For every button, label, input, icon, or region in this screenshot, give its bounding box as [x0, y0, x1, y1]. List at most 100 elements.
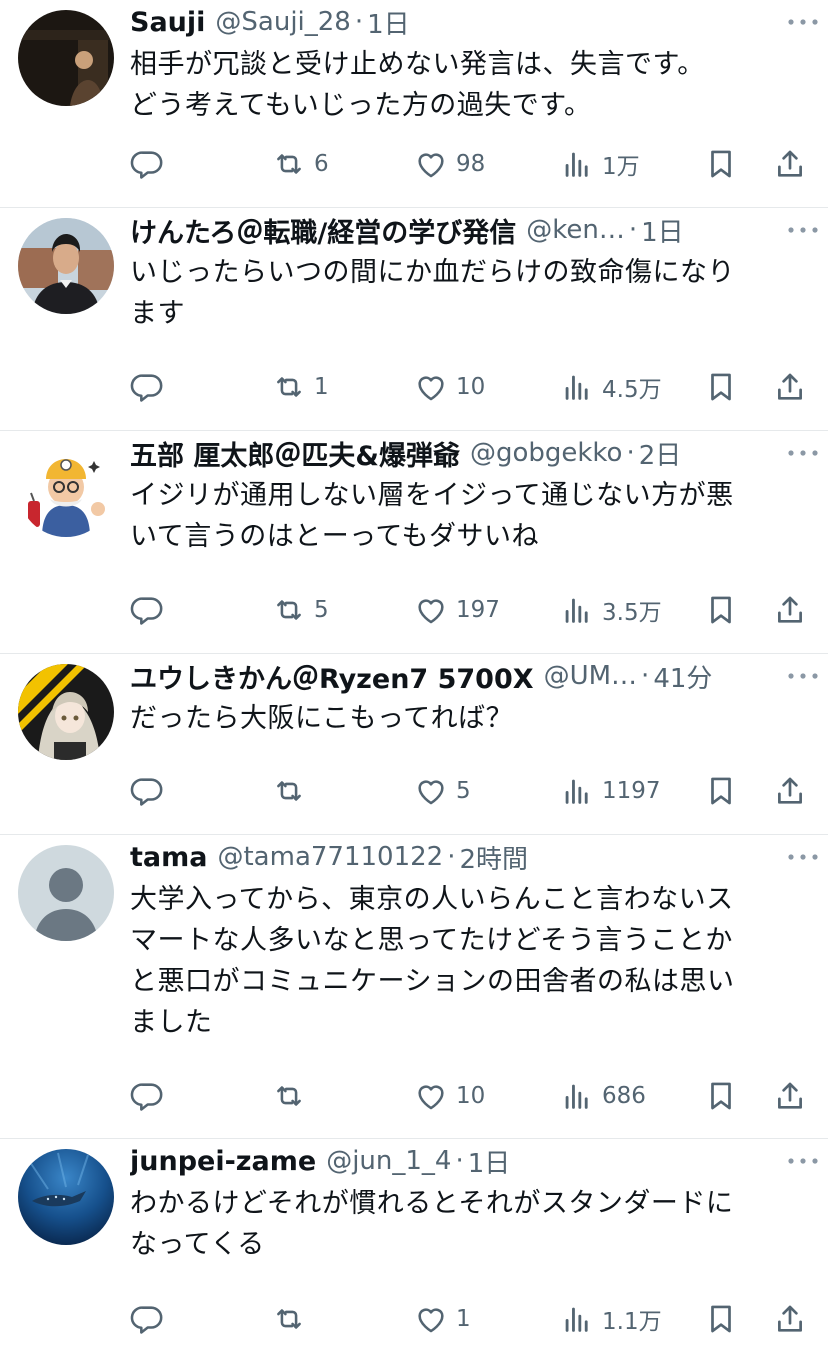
timestamp[interactable]: 1日	[367, 4, 410, 41]
user-handle[interactable]: @jun_1_4	[326, 1146, 451, 1176]
retweet-button[interactable]: 5	[272, 590, 329, 630]
more-options-icon[interactable]	[786, 664, 820, 688]
avatar[interactable]	[18, 845, 114, 941]
more-options-icon[interactable]	[786, 845, 820, 869]
reply-button[interactable]	[130, 1299, 164, 1339]
bookmark-button[interactable]	[704, 771, 738, 811]
reply-button[interactable]	[130, 590, 164, 630]
reply-tweet[interactable]: tama @tama77110122 · 2時間大学入ってから、東京の人いらんこと言わ…	[0, 835, 828, 1139]
avatar[interactable]	[18, 218, 114, 314]
tweet-text-line: 大学入ってから、東京の人いらんこと言わないス	[130, 884, 734, 915]
tweet-text-line: と悪口がコミュニケーションの田舎者の私は思い	[130, 966, 735, 997]
reply-tweet[interactable]: junpei-zame @jun_1_4 · 1日 わかるけどそれが慣れるとそれがスタン…	[0, 1139, 828, 1356]
tweet-text-line: イジリが通用しない層をイジって通じない方が悪	[130, 480, 734, 511]
like-button[interactable]: 1	[414, 1299, 471, 1339]
bookmark-button[interactable]	[704, 144, 738, 184]
timestamp[interactable]: 2日	[639, 435, 682, 472]
reply-button[interactable]	[130, 144, 164, 184]
tweet-header: けんたろ＠転職/経営の学び発信 @ken… · 1日	[130, 208, 814, 252]
views-button[interactable]: 686	[560, 1076, 646, 1116]
more-options-icon[interactable]	[786, 10, 820, 34]
retweet-icon	[272, 774, 306, 808]
avatar[interactable]	[18, 1149, 114, 1245]
tweet-text: わかるけどそれが慣れるとそれがスタンダードに なってくる	[130, 1183, 814, 1265]
bookmark-button[interactable]	[704, 590, 738, 630]
separator-dot: ·	[447, 842, 456, 872]
tweet-header: junpei-zame @jun_1_4 · 1日	[130, 1139, 814, 1183]
share-button[interactable]	[773, 590, 807, 630]
reply-tweet[interactable]: Sauji @Sauji_28 · 1日 相手が冗談と受け止めない発言は、失言です。 どう…	[0, 0, 828, 208]
like-button[interactable]: 10	[414, 367, 485, 407]
views-button[interactable]: 1.1万	[560, 1299, 662, 1339]
retweet-button[interactable]	[272, 1076, 306, 1116]
display-name[interactable]: けんたろ＠転職/経営の学び発信	[130, 211, 516, 250]
display-name[interactable]: 五部 厘太郎＠匹夫&爆弾爺	[130, 434, 460, 473]
avatar[interactable]	[18, 664, 114, 760]
views-count: 3.5万	[602, 600, 662, 626]
tweet-header: tama @tama77110122 · 2時間	[130, 835, 814, 879]
tweet-header: Sauji @Sauji_28 · 1日	[130, 0, 814, 44]
bookmark-icon	[704, 774, 738, 808]
more-options-icon[interactable]	[786, 1149, 820, 1173]
share-button[interactable]	[773, 144, 807, 184]
avatar[interactable]	[18, 10, 114, 106]
display-name[interactable]: junpei-zame	[130, 1146, 316, 1177]
user-handle[interactable]: @ken…	[526, 215, 625, 245]
views-button[interactable]: 1万	[560, 144, 640, 184]
reply-icon	[130, 370, 164, 404]
tweet-text-line: マートな人多いなと思ってたけどそう言うことか	[130, 925, 733, 956]
like-button[interactable]: 10	[414, 1076, 485, 1116]
tweet-text-line: いじったらいつの間にか血だらけの致命傷になり	[130, 257, 735, 288]
like-button[interactable]: 98	[414, 144, 485, 184]
user-handle[interactable]: @tama77110122	[217, 842, 443, 872]
reply-icon	[130, 774, 164, 808]
share-button[interactable]	[773, 771, 807, 811]
timestamp[interactable]: 1日	[468, 1143, 511, 1180]
timestamp[interactable]: 2時間	[459, 839, 528, 876]
like-count: 10	[456, 1083, 486, 1109]
retweet-button[interactable]	[272, 771, 306, 811]
more-options-icon[interactable]	[786, 441, 820, 465]
retweet-button[interactable]	[272, 1299, 306, 1339]
bookmark-button[interactable]	[704, 1299, 738, 1339]
tweet-content: junpei-zame @jun_1_4 · 1日 わかるけどそれが慣れるとそれがスタン…	[130, 1139, 814, 1265]
timestamp[interactable]: 41分	[653, 658, 712, 695]
display-name[interactable]: Sauji	[130, 7, 205, 38]
bookmark-button[interactable]	[704, 1076, 738, 1116]
reply-button[interactable]	[130, 367, 164, 407]
display-name[interactable]: tama	[130, 842, 207, 873]
views-button[interactable]: 1197	[560, 771, 661, 811]
bookmark-icon	[704, 593, 738, 627]
tweet-content: 五部 厘太郎＠匹夫&爆弾爺 @gobgekko · 2日 イジリが通用しない層をイジって…	[130, 431, 814, 557]
reply-button[interactable]	[130, 1076, 164, 1116]
reply-button[interactable]	[130, 771, 164, 811]
retweet-icon	[272, 1302, 306, 1336]
user-handle[interactable]: @gobgekko	[470, 438, 623, 468]
reply-tweet[interactable]: 五部 厘太郎＠匹夫&爆弾爺 @gobgekko · 2日 イジリが通用しない層をイジって…	[0, 431, 828, 654]
views-button[interactable]: 3.5万	[560, 590, 662, 630]
bookmark-button[interactable]	[704, 367, 738, 407]
avatar[interactable]	[18, 441, 114, 537]
bar-chart-icon	[560, 147, 594, 181]
reply-tweet[interactable]: けんたろ＠転職/経営の学び発信 @ken… · 1日 いじったらいつの間にか血だらけの致…	[0, 208, 828, 431]
share-button[interactable]	[773, 1076, 807, 1116]
display-name[interactable]: ユウしきかん＠Ryzen7 5700X	[130, 657, 534, 696]
like-button[interactable]: 197	[414, 590, 500, 630]
share-button[interactable]	[773, 1299, 807, 1339]
more-options-icon[interactable]	[786, 218, 820, 242]
tweet-text: いじったらいつの間にか血だらけの致命傷になり ます	[130, 252, 814, 334]
share-button[interactable]	[773, 367, 807, 407]
share-icon	[773, 1302, 807, 1336]
share-icon	[773, 593, 807, 627]
reply-tweet[interactable]: ユウしきかん＠Ryzen7 5700X @UM… · 41分 だったら大阪にこもってれば…	[0, 654, 828, 835]
views-button[interactable]: 4.5万	[560, 367, 662, 407]
retweet-button[interactable]: 1	[272, 367, 329, 407]
retweet-button[interactable]: 6	[272, 144, 329, 184]
like-button[interactable]: 5	[414, 771, 471, 811]
views-count: 1197	[602, 778, 661, 804]
timestamp[interactable]: 1日	[641, 212, 684, 249]
user-handle[interactable]: @Sauji_28	[215, 7, 350, 37]
reply-icon	[130, 147, 164, 181]
tweet-actions: 1 10 4.5万	[130, 367, 814, 407]
user-handle[interactable]: @UM…	[544, 661, 637, 691]
